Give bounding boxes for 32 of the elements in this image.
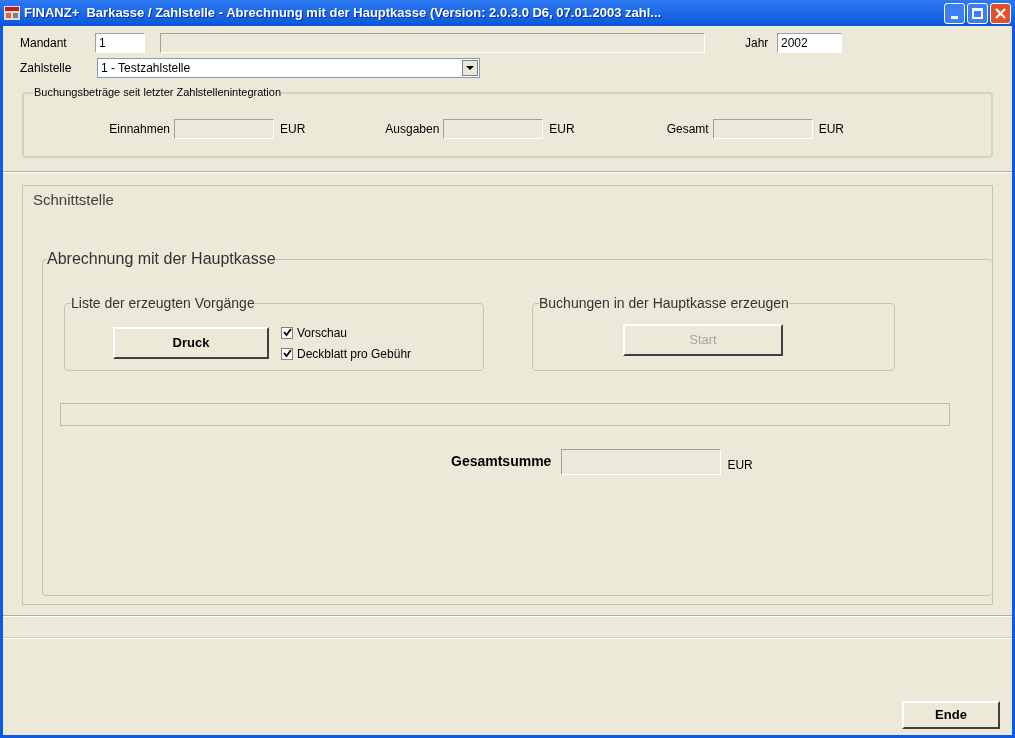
push-button[interactable]: Druck bbox=[113, 327, 269, 359]
close-icon bbox=[995, 7, 1006, 19]
field-label: Gesamt bbox=[665, 121, 710, 138]
close-button[interactable] bbox=[990, 2, 1011, 24]
dropdown-value: 1 - Testzahlstelle bbox=[100, 60, 192, 77]
group-legend: Liste der erzeugten Vorgänge bbox=[71, 295, 255, 310]
panel-title: Schnittstelle bbox=[33, 190, 115, 210]
year-field[interactable]: 2002 bbox=[777, 33, 842, 53]
field-label: Mandant bbox=[20, 35, 68, 52]
minimize-button[interactable] bbox=[944, 2, 965, 24]
total-label: Gesamtsumme bbox=[451, 452, 552, 471]
unit-label: EUR bbox=[280, 121, 306, 138]
zahlstelle-dropdown[interactable]: 1 - Testzahlstelle bbox=[97, 58, 480, 78]
checkbox-label: Vorschau bbox=[297, 324, 348, 342]
mandant-field[interactable]: 1 bbox=[95, 33, 145, 53]
checkbox[interactable] bbox=[281, 347, 293, 360]
checkbox-label: Deckblatt pro Gebühr bbox=[297, 345, 412, 363]
field-label: Zahlstelle bbox=[20, 60, 73, 77]
unit-label: EUR bbox=[818, 121, 845, 138]
field-label: Ausgaben bbox=[384, 121, 441, 138]
group-legend: Abrechnung mit der Hauptkasse bbox=[47, 250, 276, 267]
unit-label: EUR bbox=[727, 456, 753, 474]
field-label: Einnahmen bbox=[108, 121, 171, 138]
app-icon bbox=[4, 6, 20, 20]
checkbox[interactable] bbox=[281, 326, 293, 339]
maximize-button[interactable] bbox=[967, 2, 988, 24]
push-button[interactable]: Ende bbox=[902, 701, 1000, 729]
group-legend: Buchungsbeträge seit letzter Zahlstellenintegration bbox=[34, 87, 282, 98]
group-legend: Buchungen in der Hauptkasse erzeugen bbox=[539, 295, 789, 310]
field-label: Jahr bbox=[745, 35, 770, 52]
window-title: FINANZ+ Barkasse / Zahlstelle - Abrechnung mit der Hauptkasse (Version: 2.0.3.0 D6, 07.01.2003 zahl... bbox=[24, 4, 663, 23]
unit-label: EUR bbox=[549, 121, 575, 138]
